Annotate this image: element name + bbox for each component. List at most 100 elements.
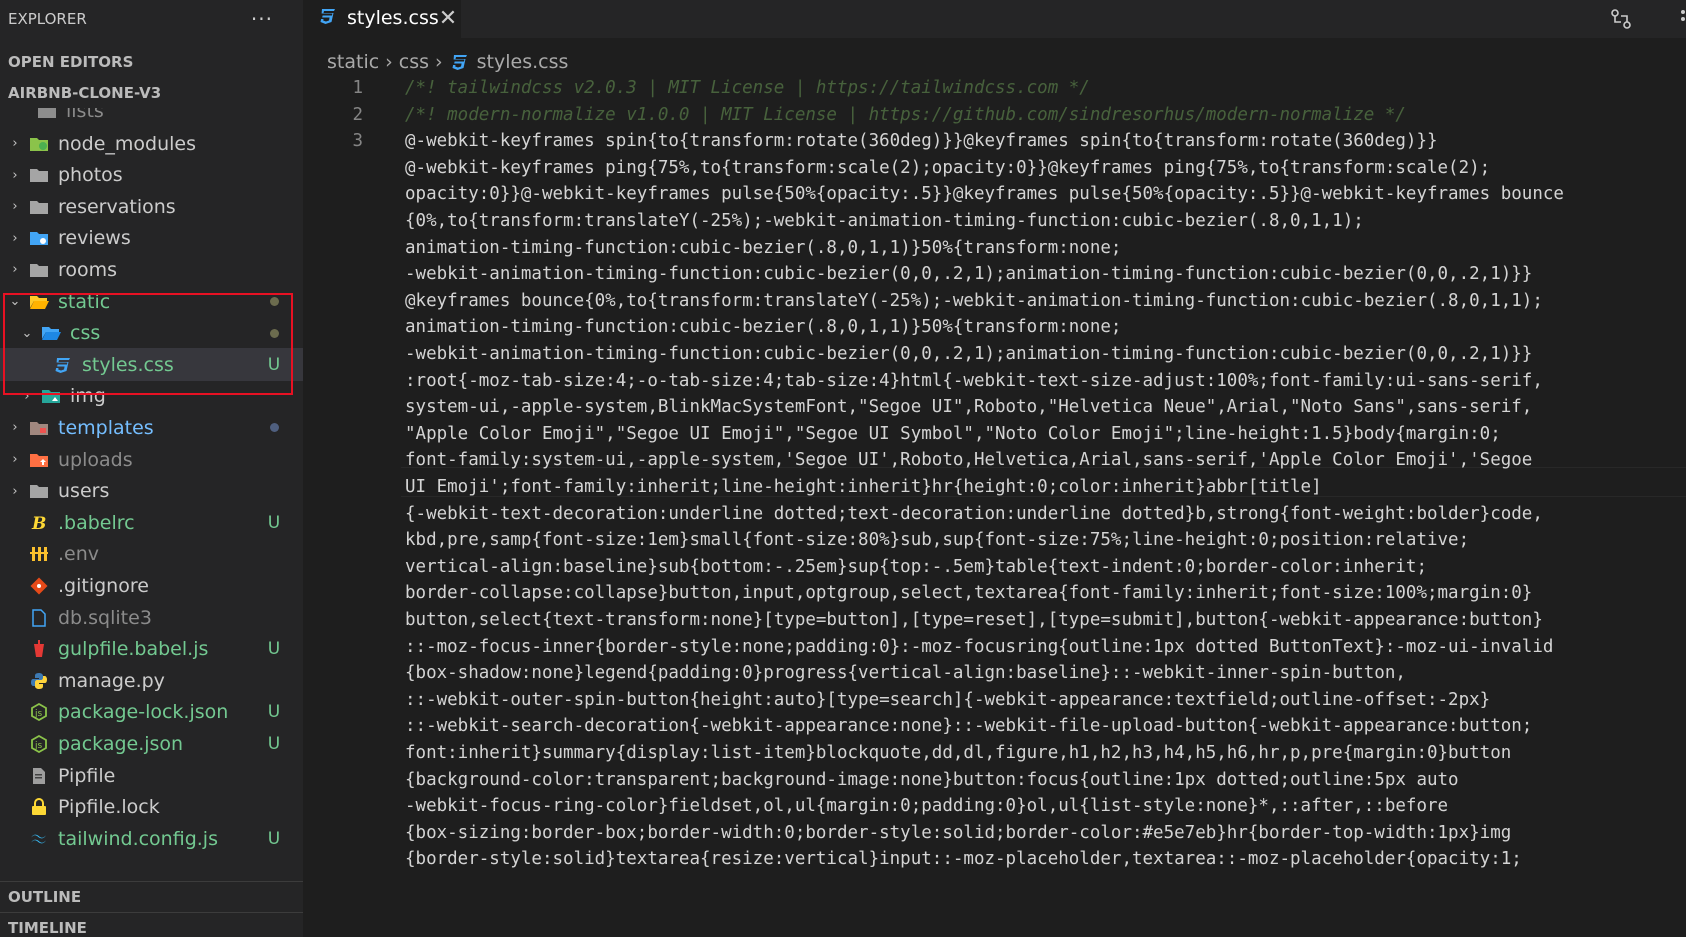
tree-item-label: img	[70, 385, 106, 408]
tree-item[interactable]: gulpfile.babel.js U	[0, 633, 303, 666]
code-line: system-ui,-apple-system,BlinkMacSystemFo…	[405, 397, 1533, 418]
breadcrumb-item-file[interactable]: styles.css	[477, 51, 569, 73]
chevron-right-icon[interactable]: ›	[8, 262, 22, 277]
tree-item-label: Pipfile.lock	[58, 796, 160, 819]
tree-item[interactable]: tailwind.config.js U	[0, 822, 303, 855]
chevron-right-icon[interactable]: ›	[8, 420, 22, 435]
more-actions-icon[interactable]: ···	[251, 7, 273, 31]
outline-section[interactable]: OUTLINE	[0, 881, 303, 912]
tree-item-label: Pipfile	[58, 764, 116, 787]
code-line: font-family:system-ui,-apple-system,'Seg…	[405, 450, 1533, 471]
css-file-icon	[319, 7, 337, 30]
code-line: @keyframes bounce{0%,to{transform:transl…	[405, 290, 1543, 311]
lock-icon	[28, 798, 50, 817]
chevron-right-icon[interactable]: ›	[8, 199, 22, 214]
tree-item[interactable]: db.sqlite3	[0, 601, 303, 634]
project-section[interactable]: AIRBNB-CLONE-V3	[0, 77, 303, 108]
code-line: opacity:0}}@-webkit-keyframes pulse{50%{…	[405, 184, 1564, 205]
tree-item[interactable]: js package-lock.json U	[0, 696, 303, 729]
chevron-right-icon[interactable]: ›	[8, 136, 22, 151]
tree-item[interactable]: › reviews	[0, 222, 303, 255]
tree-item[interactable]: js package.json U	[0, 727, 303, 760]
folder-templates-icon	[28, 418, 50, 437]
breadcrumb-item-static[interactable]: static	[327, 51, 379, 73]
folder-icon	[28, 197, 50, 216]
chevron-right-icon[interactable]: ›	[8, 231, 22, 246]
tree-item[interactable]: › photos	[0, 159, 303, 192]
tree-item-label: gulpfile.babel.js	[58, 638, 209, 661]
css-file-icon	[451, 53, 469, 71]
git-status-badge: U	[267, 828, 281, 849]
code-line: ::-moz-focus-inner{border-style:none;pad…	[405, 636, 1554, 657]
tab-bar: styles.css ✕	[303, 0, 1686, 38]
tree-item-label: .babelrc	[58, 511, 135, 534]
git-status-badge: U	[267, 733, 281, 754]
tree-item[interactable]: › rooms	[0, 253, 303, 286]
code-line: button,select{text-transform:none}[type=…	[405, 610, 1543, 630]
tree-item-lists[interactable]: lists	[0, 108, 303, 127]
more-actions-icon[interactable]	[1680, 8, 1686, 35]
code-line: -webkit-focus-ring-color}fieldset,ol,ul{…	[405, 796, 1449, 817]
code-line: animation-timing-function:cubic-bezier(.…	[405, 237, 1122, 258]
git-status-badge: U	[267, 512, 281, 533]
svg-text:B: B	[31, 514, 46, 532]
tree-item-label: manage.py	[58, 669, 165, 692]
node-icon: js	[28, 703, 50, 722]
code-line: ::-webkit-search-decoration{-webkit-appe…	[405, 716, 1533, 737]
tree-item[interactable]: Pipfile.lock	[0, 791, 303, 824]
tree-item[interactable]: › users	[0, 475, 303, 508]
git-icon	[28, 576, 50, 595]
svg-text:js: js	[34, 741, 43, 751]
code-line: @-webkit-keyframes ping{75%,to{transform…	[405, 157, 1491, 178]
tree-item-label: reservations	[58, 195, 176, 218]
tree-item[interactable]: .gitignore	[0, 569, 303, 602]
folder-css-icon	[40, 324, 62, 343]
tree-item[interactable]: ⌄ css	[0, 317, 303, 350]
tree-item[interactable]: Pipfile	[0, 759, 303, 792]
tree-item[interactable]: › node_modules	[0, 127, 303, 160]
git-status-badge: U	[267, 354, 281, 375]
code-line: {-webkit-text-decoration:underline dotte…	[405, 503, 1543, 524]
tree-item[interactable]: B .babelrc U	[0, 506, 303, 539]
chevron-right-icon[interactable]: ›	[8, 484, 22, 499]
code-line: {border-style:solid}textarea{resize:vert…	[405, 849, 1522, 870]
close-icon[interactable]: ✕	[439, 6, 457, 31]
svg-text:js: js	[34, 709, 43, 719]
tree-item-label: users	[58, 480, 110, 503]
tree-item[interactable]: › templates	[0, 411, 303, 444]
tree-item[interactable]: ⌄ static	[0, 285, 303, 318]
code-line: border-collapse:collapse}button,input,op…	[405, 583, 1533, 604]
tab-styles-css[interactable]: styles.css ✕	[303, 0, 461, 38]
code-line: vertical-align:baseline}sub{bottom:-.25e…	[405, 556, 1427, 577]
tab-label: styles.css	[347, 7, 439, 29]
code-line: {0%,to{transform:translateY(-25%);-webki…	[405, 211, 1364, 231]
tree-item[interactable]: .env	[0, 538, 303, 571]
file-tree: lists › node_modules › photos › reservations ›…	[0, 108, 303, 861]
tree-item[interactable]: styles.css U	[0, 348, 303, 382]
tree-item[interactable]: › uploads	[0, 443, 303, 476]
chevron-right-icon[interactable]: ›	[20, 389, 34, 404]
modified-dot-icon	[270, 297, 279, 306]
tree-item[interactable]: › reservations	[0, 190, 303, 223]
tree-item-label: photos	[58, 164, 123, 187]
breadcrumb-item-css[interactable]: css	[399, 51, 429, 73]
tree-item-label: templates	[58, 416, 154, 439]
compare-changes-icon[interactable]	[1610, 8, 1632, 34]
tree-item[interactable]: › img	[0, 380, 303, 413]
folder-review-icon	[28, 229, 50, 248]
chevron-right-icon[interactable]: ›	[8, 452, 22, 467]
timeline-section[interactable]: TIMELINE	[0, 912, 303, 937]
chevron-down-icon[interactable]: ⌄	[20, 326, 34, 341]
explorer-header: EXPLORER ···	[0, 0, 303, 38]
pipfile-icon	[28, 766, 50, 785]
line-number: 2	[352, 104, 363, 125]
folder-icon	[36, 108, 58, 120]
chevron-down-icon[interactable]: ⌄	[8, 294, 22, 309]
code-line: kbd,pre,samp{font-size:1em}small{font-si…	[405, 530, 1470, 551]
chevron-right-icon[interactable]: ›	[8, 168, 22, 183]
code-line: @-webkit-keyframes spin{to{transform:rot…	[405, 131, 1438, 152]
code-line: "Apple Color Emoji","Segoe UI Emoji","Se…	[405, 423, 1501, 444]
chevron-right-icon: ›	[435, 51, 443, 73]
tree-item[interactable]: manage.py	[0, 664, 303, 697]
open-editors-section[interactable]: OPEN EDITORS	[0, 46, 303, 77]
